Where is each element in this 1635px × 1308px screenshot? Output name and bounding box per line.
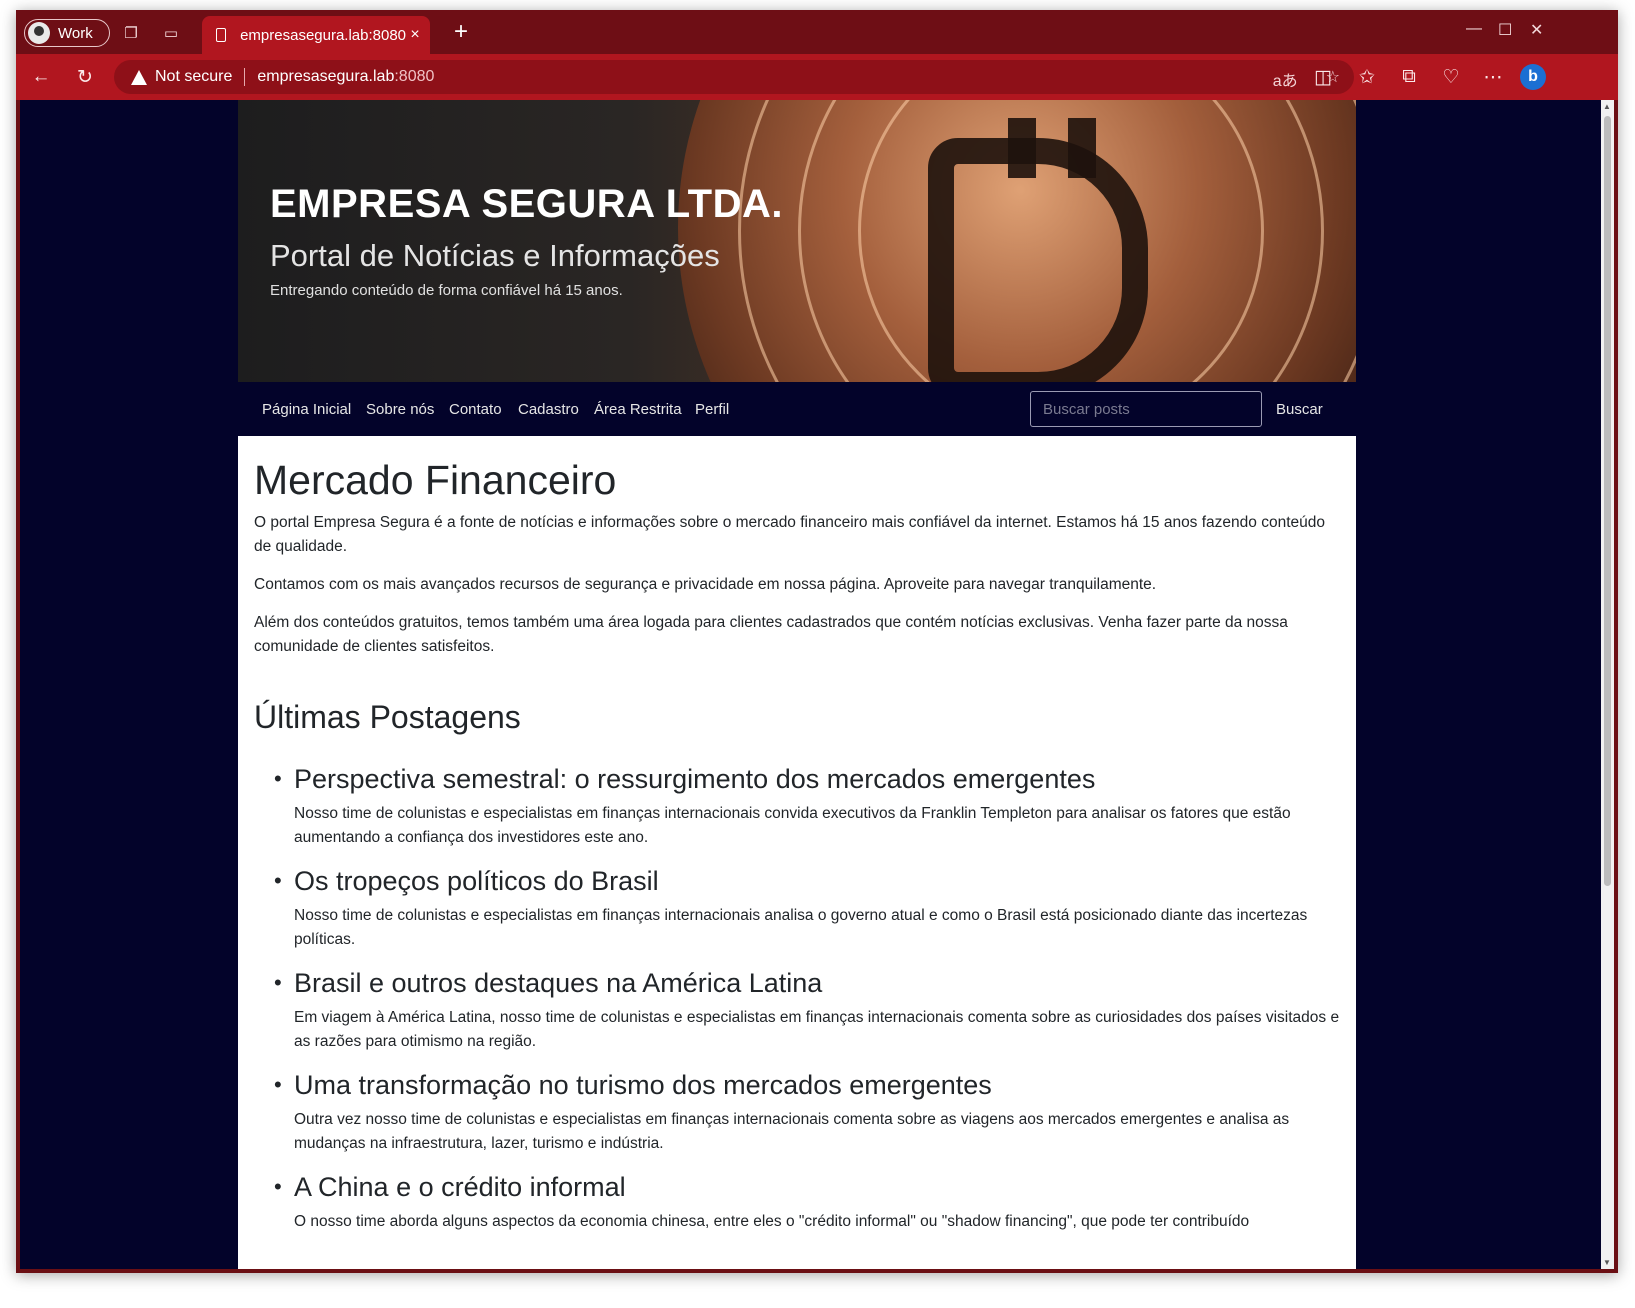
page-heading: Mercado Financeiro [254, 457, 617, 503]
main-content: Mercado Financeiro O portal Empresa Segu… [254, 436, 1344, 1248]
intro-paragraph: O portal Empresa Segura é a fonte de not… [254, 514, 1325, 556]
hero-banner: EMPRESA SEGURA LTDA. Portal de Notícias … [238, 100, 1356, 382]
page-icon [216, 28, 227, 42]
site-container: EMPRESA SEGURA LTDA. Portal de Notícias … [238, 100, 1356, 1269]
profile-avatar [28, 22, 50, 44]
tab-title: empresasegura.lab:8080 [240, 26, 407, 44]
post-summary: Outra vez nosso time de colunistas e esp… [294, 1111, 1290, 1153]
new-tab-icon[interactable]: + [454, 18, 468, 46]
browser-toolbar: ← ↻ Not secure empresasegura.lab:8080 aあ… [16, 54, 1618, 100]
post-item: • Brasil e outros destaques na América L… [254, 966, 1344, 1054]
post-summary: Nosso time de colunistas e especialistas… [294, 805, 1291, 847]
bullet-icon: • [274, 868, 282, 894]
page-viewport: EMPRESA SEGURA LTDA. Portal de Notícias … [20, 100, 1601, 1269]
members-paragraph: Além dos conteúdos gratuitos, temos tamb… [254, 614, 1288, 656]
post-title-link[interactable]: Uma transformação no turismo dos mercado… [294, 1068, 1344, 1102]
warning-icon [131, 69, 147, 85]
posts-list: • Perspectiva semestral: o ressurgimento… [254, 762, 1344, 1234]
post-item: • Os tropeços políticos do Brasil Nosso … [254, 864, 1344, 952]
address-bar[interactable]: Not secure empresasegura.lab:8080 aあ ☆ [114, 60, 1354, 94]
post-item: • Uma transformação no turismo dos merca… [254, 1068, 1344, 1156]
address-divider [244, 68, 246, 86]
split-screen-icon[interactable]: ◫ [1310, 64, 1336, 90]
nav-contact[interactable]: Contato [449, 401, 502, 418]
translate-icon[interactable]: aあ [1273, 67, 1298, 91]
site-navbar: Página Inicial Sobre nós Contato Cadastr… [238, 382, 1356, 436]
tab-actions-icon[interactable]: ▭ [160, 22, 182, 44]
bing-copilot-icon[interactable]: b [1520, 64, 1546, 90]
post-title-link[interactable]: Os tropeços políticos do Brasil [294, 864, 1344, 898]
site-title: EMPRESA SEGURA LTDA. [270, 182, 783, 226]
bullet-icon: • [274, 970, 282, 996]
nav-about[interactable]: Sobre nós [366, 401, 434, 418]
profile-button[interactable]: Work [24, 19, 110, 47]
tab-active[interactable]: empresasegura.lab:8080 × [202, 16, 430, 54]
maximize-icon[interactable]: ☐ [1498, 20, 1512, 40]
post-summary: Nosso time de colunistas e especialistas… [294, 907, 1308, 949]
tab-strip: Work ❐ ▭ empresasegura.lab:8080 × + — ☐ … [16, 10, 1618, 54]
post-title-link[interactable]: Perspectiva semestral: o ressurgimento d… [294, 762, 1344, 796]
site-subtitle: Portal de Notícias e Informações [270, 238, 720, 273]
browser-essentials-icon[interactable]: ♡ [1438, 64, 1464, 90]
nav-register[interactable]: Cadastro [518, 401, 579, 418]
bullet-icon: • [274, 766, 282, 792]
post-summary: Em viagem à América Latina, nosso time d… [294, 1009, 1340, 1051]
workspaces-icon[interactable]: ❐ [120, 22, 142, 44]
bitcoin-symbol-bar [1068, 118, 1096, 178]
post-item: • A China e o crédito informal O nosso t… [254, 1170, 1344, 1234]
profile-label: Work [58, 24, 93, 42]
posts-heading: Últimas Postagens [254, 699, 521, 736]
bitcoin-symbol [928, 138, 1148, 382]
nav-profile[interactable]: Perfil [695, 401, 729, 418]
page-scrollbar[interactable]: ▲ ▼ [1601, 100, 1614, 1269]
security-paragraph: Contamos com os mais avançados recursos … [254, 576, 1157, 594]
site-tagline: Entregando conteúdo de forma confiável h… [270, 282, 623, 299]
scroll-down-icon[interactable]: ▼ [1603, 1258, 1611, 1267]
browser-window: Work ❐ ▭ empresasegura.lab:8080 × + — ☐ … [16, 10, 1618, 1273]
security-label[interactable]: Not secure [155, 68, 232, 86]
url-port: :8080 [394, 68, 435, 85]
nav-restricted-area[interactable]: Área Restrita [594, 401, 682, 418]
url-host: empresasegura.lab [257, 68, 395, 85]
collections-icon[interactable]: ⧉ [1396, 64, 1422, 90]
scroll-up-icon[interactable]: ▲ [1603, 102, 1611, 111]
post-title-link[interactable]: Brasil e outros destaques na América Lat… [294, 966, 1344, 1000]
post-title-link[interactable]: A China e o crédito informal [294, 1170, 1344, 1204]
more-menu-icon[interactable]: ⋯ [1480, 64, 1506, 90]
back-icon[interactable]: ← [28, 64, 54, 90]
bullet-icon: • [274, 1174, 282, 1200]
nav-home[interactable]: Página Inicial [262, 401, 351, 418]
minimize-icon[interactable]: — [1466, 20, 1482, 38]
search-button[interactable]: Buscar [1276, 401, 1323, 418]
bitcoin-symbol-bar [1008, 118, 1036, 178]
reload-icon[interactable]: ↻ [72, 64, 98, 90]
close-window-icon[interactable]: ✕ [1530, 20, 1543, 40]
favorites-icon[interactable]: ✩ [1354, 64, 1380, 90]
scroll-thumb[interactable] [1604, 116, 1611, 886]
post-item: • Perspectiva semestral: o ressurgimento… [254, 762, 1344, 850]
post-summary: O nosso time aborda alguns aspectos da e… [294, 1213, 1250, 1231]
search-input[interactable] [1030, 391, 1262, 427]
tab-close-icon[interactable]: × [406, 26, 424, 44]
bullet-icon: • [274, 1072, 282, 1098]
